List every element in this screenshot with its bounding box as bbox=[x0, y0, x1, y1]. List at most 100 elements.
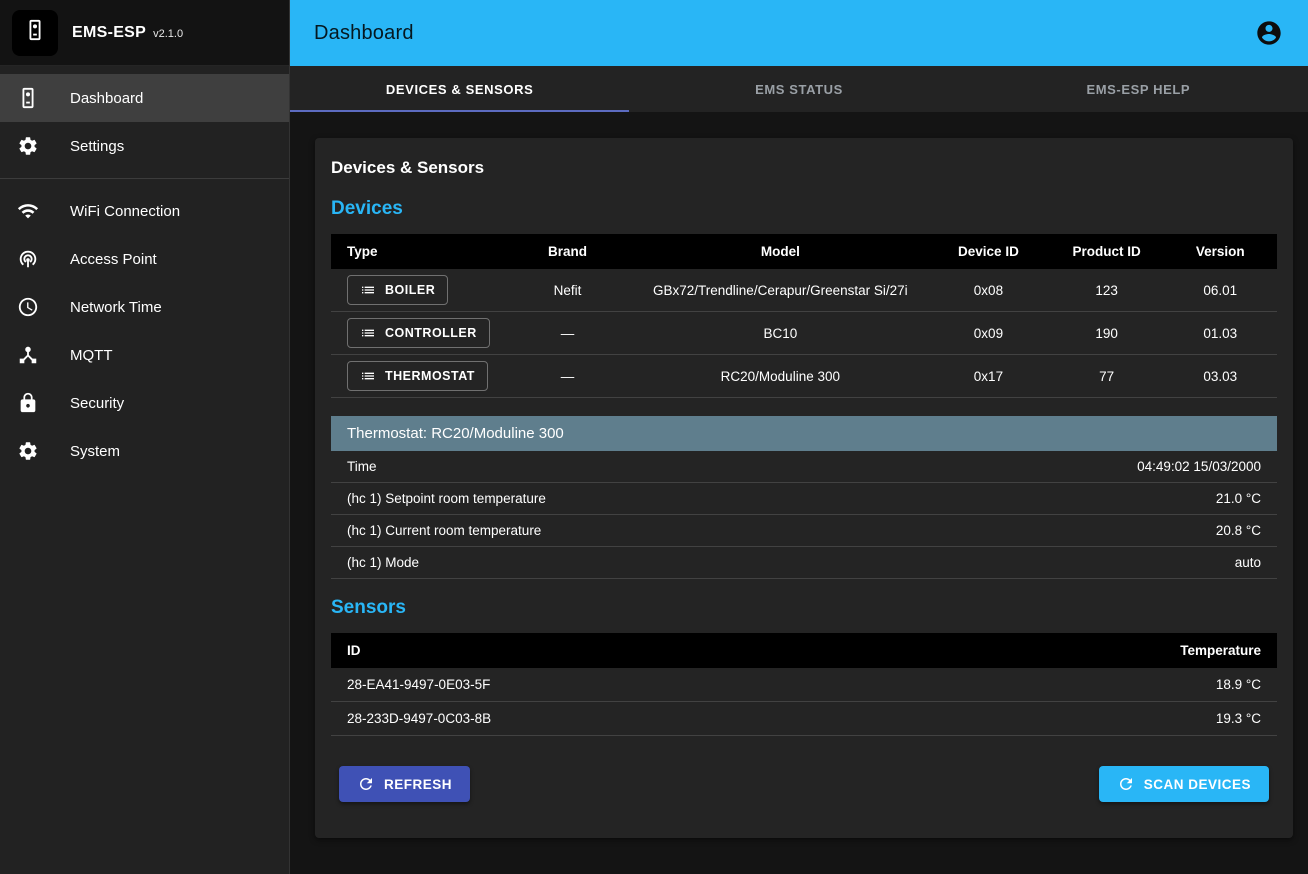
list-icon bbox=[360, 368, 376, 384]
device-id: 0x17 bbox=[927, 355, 1050, 398]
col-header-brand: Brand bbox=[501, 234, 633, 269]
sidebar-item-network-time[interactable]: Network Time bbox=[0, 283, 289, 331]
thermostat-panel: Thermostat: RC20/Moduline 300 Time 04:49… bbox=[331, 416, 1277, 579]
device-type-button-controller[interactable]: CONTROLLER bbox=[347, 318, 490, 348]
sidebar-item-label: System bbox=[70, 443, 120, 460]
sidebar-nav: Dashboard Settings WiFi Connection A bbox=[0, 66, 289, 483]
device-version: 06.01 bbox=[1163, 269, 1277, 312]
dashboard-icon bbox=[16, 86, 40, 110]
main-column: Dashboard DEVICES & SENSORS EMS STATUS E… bbox=[290, 0, 1308, 874]
col-header-sensor-id: ID bbox=[331, 633, 993, 668]
device-model: GBx72/Trendline/Cerapur/Greenstar Si/27i bbox=[634, 269, 927, 312]
kv-label: (hc 1) Setpoint room temperature bbox=[347, 491, 546, 506]
wifi-icon bbox=[16, 199, 40, 223]
sidebar-item-label: WiFi Connection bbox=[70, 203, 180, 220]
devices-sensors-card: Devices & Sensors Devices Type Brand Mod… bbox=[315, 138, 1293, 838]
sensors-table-header-row: ID Temperature bbox=[331, 633, 1277, 668]
thermostat-row-current-temp: (hc 1) Current room temperature 20.8 °C bbox=[331, 515, 1277, 547]
tab-label: EMS STATUS bbox=[755, 82, 843, 97]
tab-ems-status[interactable]: EMS STATUS bbox=[629, 66, 968, 112]
sidebar-item-security[interactable]: Security bbox=[0, 379, 289, 427]
scan-devices-button[interactable]: SCAN DEVICES bbox=[1099, 766, 1269, 802]
content-area: Devices & Sensors Devices Type Brand Mod… bbox=[290, 112, 1308, 874]
lock-icon bbox=[16, 391, 40, 415]
tab-devices-sensors[interactable]: DEVICES & SENSORS bbox=[290, 66, 629, 112]
sidebar-item-access-point[interactable]: Access Point bbox=[0, 235, 289, 283]
list-icon bbox=[360, 282, 376, 298]
sensor-row: 28-233D-9497-0C03-8B 19.3 °C bbox=[331, 702, 1277, 736]
refresh-button-label: REFRESH bbox=[384, 777, 452, 792]
sidebar-item-label: Access Point bbox=[70, 251, 157, 268]
kv-label: Time bbox=[347, 459, 377, 474]
sidebar-item-label: Dashboard bbox=[70, 90, 143, 107]
device-type-button-thermostat[interactable]: THERMOSTAT bbox=[347, 361, 488, 391]
device-brand: Nefit bbox=[501, 269, 633, 312]
list-icon bbox=[360, 325, 376, 341]
sensors-table: ID Temperature 28-EA41-9497-0E03-5F 18.9… bbox=[331, 633, 1277, 736]
thermostat-row-setpoint: (hc 1) Setpoint room temperature 21.0 °C bbox=[331, 483, 1277, 515]
app-bar: Dashboard bbox=[290, 0, 1308, 66]
device-type-label: THERMOSTAT bbox=[385, 369, 475, 383]
card-actions: REFRESH SCAN DEVICES bbox=[331, 766, 1277, 802]
col-header-version: Version bbox=[1163, 234, 1277, 269]
devices-heading: Devices bbox=[331, 198, 1277, 220]
sensor-id: 28-233D-9497-0C03-8B bbox=[331, 702, 993, 736]
col-header-device-id: Device ID bbox=[927, 234, 1050, 269]
sensors-heading: Sensors bbox=[331, 597, 1277, 619]
sidebar-item-label: Settings bbox=[70, 138, 124, 155]
tab-label: DEVICES & SENSORS bbox=[386, 82, 533, 97]
sidebar-item-mqtt[interactable]: MQTT bbox=[0, 331, 289, 379]
kv-value: auto bbox=[1235, 555, 1261, 570]
device-type-label: CONTROLLER bbox=[385, 326, 477, 340]
col-header-product-id: Product ID bbox=[1050, 234, 1164, 269]
sidebar-header: EMS-ESPv2.1.0 bbox=[0, 0, 289, 66]
col-header-model: Model bbox=[634, 234, 927, 269]
app-window: EMS-ESPv2.1.0 Dashboard Settings bbox=[0, 0, 1308, 874]
device-brand: — bbox=[501, 355, 633, 398]
device-row-thermostat: THERMOSTAT — RC20/Moduline 300 0x17 77 0… bbox=[331, 355, 1277, 398]
devices-table: Type Brand Model Device ID Product ID Ve… bbox=[331, 234, 1277, 398]
tab-ems-esp-help[interactable]: EMS-ESP HELP bbox=[969, 66, 1308, 112]
scan-devices-button-label: SCAN DEVICES bbox=[1144, 777, 1251, 792]
sidebar-item-dashboard[interactable]: Dashboard bbox=[0, 74, 289, 122]
settings-gear-icon bbox=[16, 439, 40, 463]
device-id: 0x08 bbox=[927, 269, 1050, 312]
col-header-temperature: Temperature bbox=[993, 633, 1277, 668]
sensor-row: 28-EA41-9497-0E03-5F 18.9 °C bbox=[331, 668, 1277, 702]
device-model: BC10 bbox=[634, 312, 927, 355]
kv-label: (hc 1) Current room temperature bbox=[347, 523, 541, 538]
device-product-id: 190 bbox=[1050, 312, 1164, 355]
account-circle-icon bbox=[1255, 19, 1283, 47]
app-version: v2.1.0 bbox=[153, 28, 183, 40]
card-title: Devices & Sensors bbox=[331, 158, 1277, 178]
app-title-block: EMS-ESPv2.1.0 bbox=[72, 24, 183, 42]
device-brand: — bbox=[501, 312, 633, 355]
sidebar-item-label: Security bbox=[70, 395, 124, 412]
page-title: Dashboard bbox=[314, 22, 414, 45]
sensor-id: 28-EA41-9497-0E03-5F bbox=[331, 668, 993, 702]
refresh-icon bbox=[357, 775, 375, 793]
thermostat-row-mode: (hc 1) Mode auto bbox=[331, 547, 1277, 579]
app-logo bbox=[12, 10, 58, 56]
clock-icon bbox=[16, 295, 40, 319]
device-type-button-boiler[interactable]: BOILER bbox=[347, 275, 448, 305]
device-type-label: BOILER bbox=[385, 283, 435, 297]
device-product-id: 77 bbox=[1050, 355, 1164, 398]
account-button[interactable] bbox=[1254, 18, 1284, 48]
sidebar: EMS-ESPv2.1.0 Dashboard Settings bbox=[0, 0, 290, 874]
device-id: 0x09 bbox=[927, 312, 1050, 355]
refresh-button[interactable]: REFRESH bbox=[339, 766, 470, 802]
kv-label: (hc 1) Mode bbox=[347, 555, 419, 570]
sidebar-item-label: MQTT bbox=[70, 347, 113, 364]
kv-value: 04:49:02 15/03/2000 bbox=[1137, 459, 1261, 474]
sidebar-item-wifi-connection[interactable]: WiFi Connection bbox=[0, 187, 289, 235]
refresh-icon bbox=[1117, 775, 1135, 793]
sidebar-item-system[interactable]: System bbox=[0, 427, 289, 475]
sidebar-item-label: Network Time bbox=[70, 299, 162, 316]
sidebar-item-settings[interactable]: Settings bbox=[0, 122, 289, 170]
sensor-temperature: 19.3 °C bbox=[993, 702, 1277, 736]
device-model: RC20/Moduline 300 bbox=[634, 355, 927, 398]
devices-table-header-row: Type Brand Model Device ID Product ID Ve… bbox=[331, 234, 1277, 269]
device-row-controller: CONTROLLER — BC10 0x09 190 01.03 bbox=[331, 312, 1277, 355]
col-header-type: Type bbox=[331, 234, 501, 269]
